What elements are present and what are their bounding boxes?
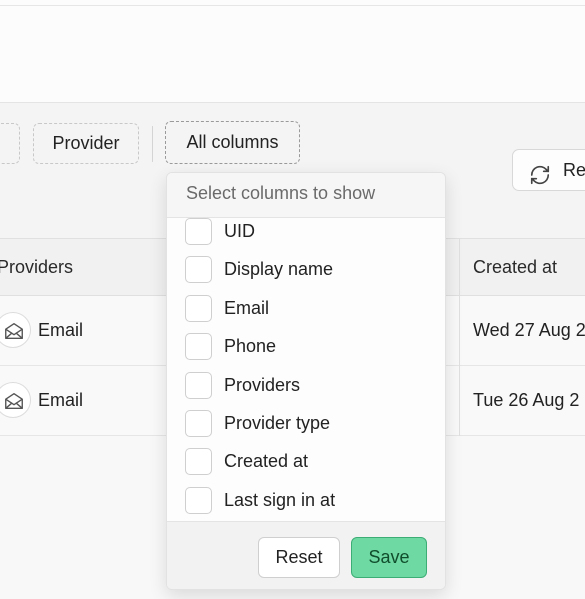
all-columns-button[interactable]: All columns [165, 121, 300, 164]
checkbox[interactable] [185, 410, 212, 437]
column-option-display-name[interactable]: Display name [167, 251, 445, 289]
column-options-list[interactable]: UID Display name Email Phone Providers P… [167, 218, 445, 522]
column-option-label: Providers [224, 375, 301, 395]
save-button[interactable]: Save [351, 537, 427, 578]
mail-open-icon [0, 312, 31, 348]
column-option-label: UID [224, 221, 255, 241]
column-menu-footer: Reset Save [167, 521, 445, 589]
refresh-label: Re [563, 160, 585, 180]
column-option-uid[interactable]: UID [167, 218, 445, 251]
provider-cell: Email [38, 390, 84, 410]
divider [0, 5, 585, 6]
created-at-cell: Wed 27 Aug 2 [473, 320, 585, 340]
column-option-label: Created at [224, 451, 309, 471]
column-option-label: Last sign in at [224, 490, 336, 510]
column-selector-menu: Select columns to show UID Display name … [166, 172, 446, 590]
column-divider [459, 238, 460, 436]
refresh-button[interactable]: Re [512, 149, 585, 191]
provider-cell: Email [38, 320, 84, 340]
column-option-label: Email [224, 298, 270, 318]
column-option-label: Display name [224, 259, 334, 279]
column-menu-title: Select columns to show [167, 173, 445, 218]
filter-chip-truncated[interactable] [0, 123, 20, 164]
column-option-label: Phone [224, 336, 277, 356]
column-option-label: Provider type [224, 413, 331, 433]
column-option-provider-type[interactable]: Provider type [167, 405, 445, 443]
column-option-created-at[interactable]: Created at [167, 443, 445, 481]
created-at-cell: Tue 26 Aug 2 [473, 390, 580, 410]
column-option-phone[interactable]: Phone [167, 328, 445, 366]
checkbox[interactable] [185, 295, 212, 322]
checkbox[interactable] [185, 333, 212, 360]
top-panel [0, 0, 585, 103]
column-option-last-sign-in-at[interactable]: Last sign in at [167, 482, 445, 520]
column-header-created-at[interactable]: Created at [473, 239, 557, 295]
checkbox[interactable] [185, 487, 212, 514]
checkbox[interactable] [185, 372, 212, 399]
checkbox[interactable] [185, 448, 212, 475]
column-option-providers[interactable]: Providers [167, 367, 445, 405]
provider-filter-button[interactable]: Provider [33, 123, 139, 164]
column-option-email[interactable]: Email [167, 290, 445, 328]
checkbox[interactable] [185, 218, 212, 245]
checkbox[interactable] [185, 256, 212, 283]
column-header-providers[interactable]: Providers [0, 239, 73, 295]
toolbar-divider [152, 126, 153, 162]
refresh-icon [529, 160, 551, 185]
reset-button[interactable]: Reset [258, 537, 340, 578]
mail-open-icon [0, 382, 31, 418]
